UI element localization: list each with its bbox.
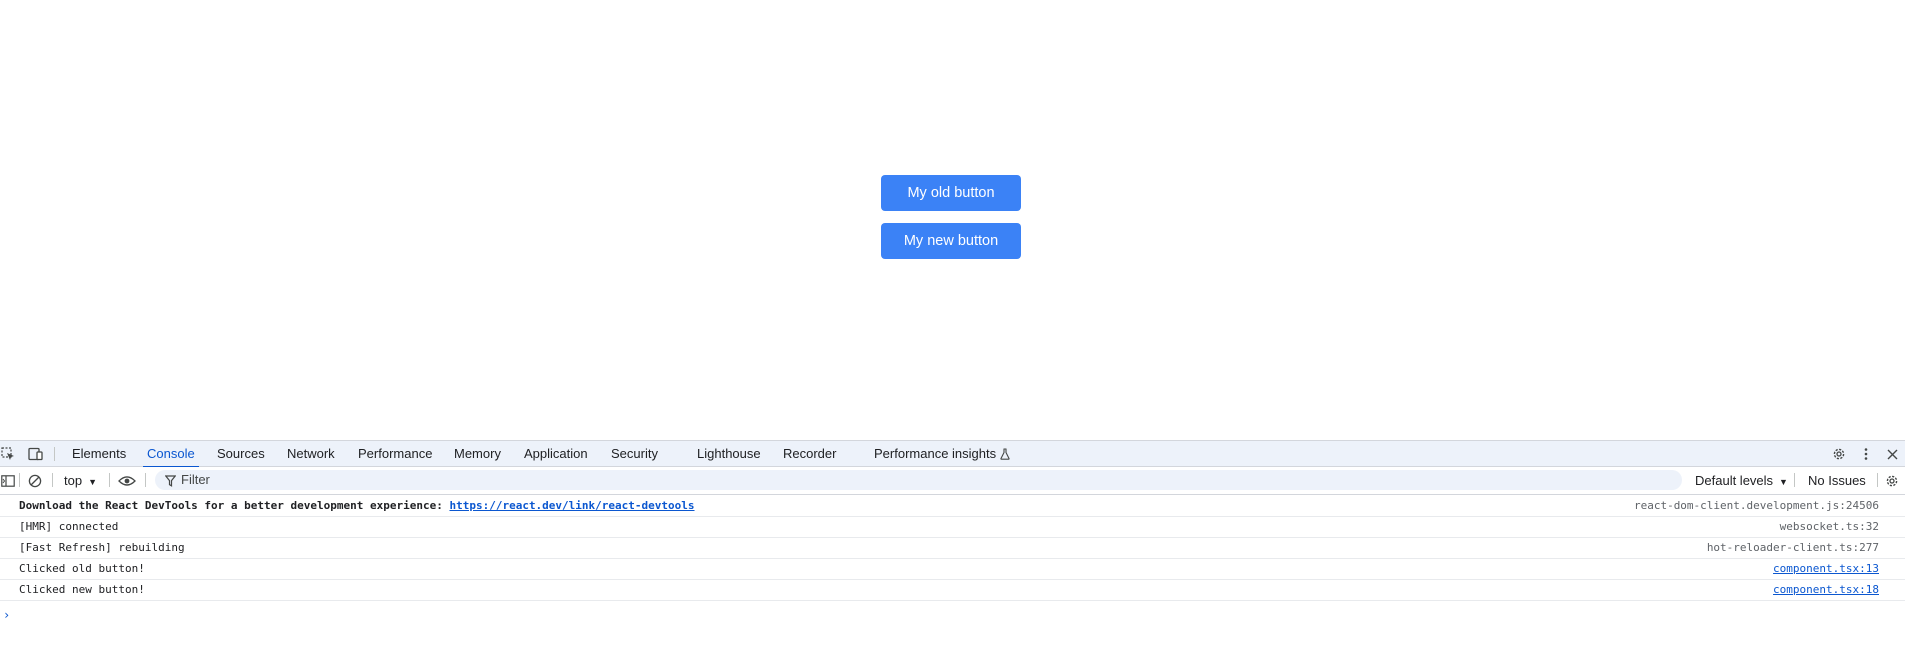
log-levels-label: Default levels bbox=[1695, 473, 1774, 488]
message-source[interactable]: hot-reloader-client.ts:277 bbox=[1707, 538, 1879, 558]
sidebar-toggle-icon[interactable] bbox=[0, 467, 16, 494]
inspect-element-icon[interactable] bbox=[0, 441, 16, 467]
live-expression-eye-icon[interactable] bbox=[117, 467, 137, 494]
filterbar-divider bbox=[1794, 473, 1795, 487]
clear-console-icon[interactable] bbox=[26, 467, 44, 494]
filter-placeholder: Filter bbox=[181, 472, 210, 487]
filterbar-divider bbox=[1877, 473, 1878, 487]
experimental-flask-icon bbox=[999, 441, 1011, 467]
message-text: [HMR] connected bbox=[19, 520, 119, 533]
message-text: Download the React DevTools for a better… bbox=[19, 499, 450, 512]
message-source-link[interactable]: component.tsx:18 bbox=[1773, 580, 1879, 600]
message-link[interactable]: https://react.dev/link/react-devtools bbox=[449, 499, 694, 512]
context-selector[interactable]: top ▼ bbox=[64, 467, 97, 494]
log-levels-dropdown[interactable]: Default levels ▼ bbox=[1695, 467, 1788, 494]
console-message: Download the React DevTools for a better… bbox=[0, 496, 1905, 517]
settings-gear-icon[interactable] bbox=[1830, 441, 1848, 467]
tab-console[interactable]: Console bbox=[143, 441, 199, 468]
tab-elements[interactable]: Elements bbox=[72, 441, 126, 467]
message-source-link[interactable]: component.tsx:13 bbox=[1773, 559, 1879, 579]
console-message: [Fast Refresh] rebuilding hot-reloader-c… bbox=[0, 538, 1905, 559]
message-text: [Fast Refresh] rebuilding bbox=[19, 541, 185, 554]
message-source[interactable]: websocket.ts:32 bbox=[1780, 517, 1879, 537]
console-message: Clicked new button! component.tsx:18 bbox=[0, 580, 1905, 601]
devtools-tabbar: Elements Console Sources Network Perform… bbox=[0, 441, 1905, 468]
dropdown-arrow-icon: ▼ bbox=[1779, 477, 1788, 487]
devtools-panel: Elements Console Sources Network Perform… bbox=[0, 440, 1905, 670]
context-label: top bbox=[64, 473, 83, 488]
console-filter-bar: top ▼ Filter Default levels ▼ No Issues bbox=[0, 467, 1905, 495]
message-text: Clicked old button! bbox=[19, 562, 145, 575]
console-settings-gear-icon[interactable] bbox=[1883, 467, 1901, 494]
console-message: [HMR] connected websocket.ts:32 bbox=[0, 517, 1905, 538]
filter-funnel-icon bbox=[164, 474, 177, 492]
tab-application[interactable]: Application bbox=[524, 441, 588, 467]
issues-counter[interactable]: No Issues bbox=[1808, 467, 1866, 494]
console-prompt[interactable]: › bbox=[3, 608, 10, 622]
console-message: Clicked old button! component.tsx:13 bbox=[0, 559, 1905, 580]
page-viewport: My old button My new button bbox=[0, 0, 1905, 440]
tabbar-divider bbox=[54, 447, 55, 461]
tab-security[interactable]: Security bbox=[611, 441, 658, 467]
tab-network[interactable]: Network bbox=[287, 441, 335, 467]
tab-sources[interactable]: Sources bbox=[217, 441, 265, 467]
my-new-button[interactable]: My new button bbox=[881, 223, 1021, 259]
filterbar-divider bbox=[145, 473, 146, 487]
filter-input[interactable]: Filter bbox=[155, 470, 1682, 490]
more-options-icon[interactable] bbox=[1858, 441, 1874, 467]
console-messages: Download the React DevTools for a better… bbox=[0, 496, 1905, 622]
tab-memory[interactable]: Memory bbox=[454, 441, 501, 467]
tab-lighthouse[interactable]: Lighthouse bbox=[697, 441, 761, 467]
tab-recorder[interactable]: Recorder bbox=[783, 441, 836, 467]
dropdown-arrow-icon: ▼ bbox=[88, 477, 97, 487]
filterbar-divider bbox=[109, 473, 110, 487]
device-toolbar-icon[interactable] bbox=[26, 441, 46, 467]
filterbar-divider bbox=[19, 473, 20, 487]
tab-performance[interactable]: Performance bbox=[358, 441, 432, 467]
close-devtools-icon[interactable] bbox=[1883, 441, 1901, 467]
tab-performance-insights[interactable]: Performance insights bbox=[874, 441, 996, 467]
filterbar-divider bbox=[52, 473, 53, 487]
message-source[interactable]: react-dom-client.development.js:24506 bbox=[1634, 496, 1879, 516]
my-old-button[interactable]: My old button bbox=[881, 175, 1021, 211]
message-text: Clicked new button! bbox=[19, 583, 145, 596]
